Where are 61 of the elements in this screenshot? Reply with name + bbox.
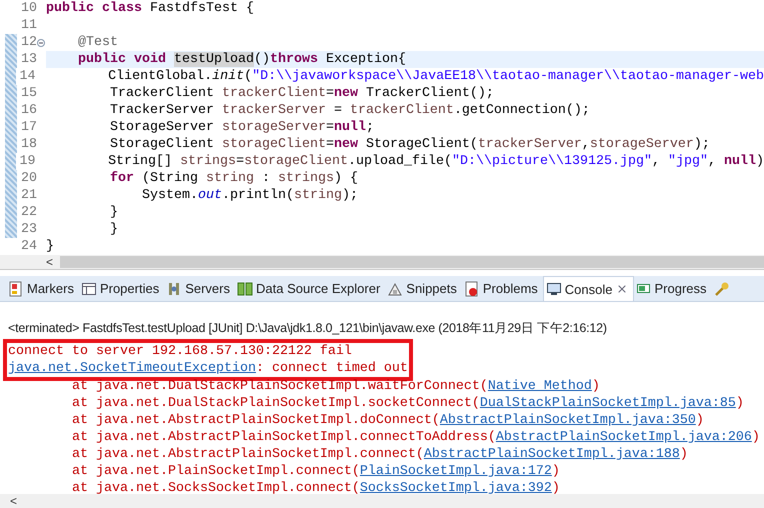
console-line: at java.net.AbstractPlainSocketImpl.doConnect(AbstractPlainSocketImpl.java:350) — [70, 412, 704, 429]
key-icon — [714, 280, 730, 296]
code-line: public void testUpload()throws Exception{ — [76, 51, 406, 68]
collapse-icon[interactable] — [37, 38, 45, 46]
horizontal-scrollbar[interactable]: < — [0, 255, 764, 269]
view-tab[interactable]: Console — [542, 276, 634, 301]
scroll-left-button[interactable]: < — [46, 255, 60, 269]
console-line: java.net.SocketTimeoutException: connect timed out — [8, 360, 408, 377]
console-status: <terminated> FastdfsTest.testUpload [JUnit] D:\Java\jdk1.8.0_121\bin\javaw.exe (2018年11月29日 下午2:16:12) — [7, 320, 608, 337]
line-number: 12 — [20, 35, 37, 50]
line-number: 16 — [20, 103, 37, 118]
code-line: public class FastdfsTest { — [46, 0, 254, 17]
console-line: at java.net.DualStackPlainSocketImpl.socketConnect(DualStackPlainSocketImpl.java:85) — [70, 395, 744, 412]
view-tab[interactable]: Problems — [462, 276, 543, 301]
properties-icon — [80, 280, 97, 296]
line-number: 13 — [20, 52, 37, 67]
line-number: 10 — [20, 1, 37, 16]
code-editor[interactable] — [0, 0, 764, 270]
code-line: StorageClient storageClient=new StorageClient(trackerServer,storageServer); — [108, 136, 710, 153]
view-tab[interactable]: Snippets — [385, 276, 462, 301]
line-number: 23 — [20, 222, 37, 237]
code-line: TrackerServer trackerServer = trackerClient.getConnection(); — [108, 102, 590, 119]
view-tab[interactable]: Servers — [164, 276, 235, 301]
code-line: } — [46, 238, 54, 255]
code-line: System.out.println(string); — [140, 187, 358, 204]
console-line: at java.net.SocksSocketImpl.connect(SocksSocketImpl.java:392) — [70, 480, 560, 494]
snippets-icon — [387, 280, 404, 296]
view-tab[interactable]: Progress — [634, 276, 712, 301]
console-line: at java.net.AbstractPlainSocketImpl.connectToAddress(AbstractPlainSocketImpl.java:206) — [70, 429, 760, 446]
line-number: 18 — [20, 137, 37, 152]
code-line: @Test — [76, 34, 118, 51]
code-line: } — [108, 204, 118, 221]
code-line: } — [108, 221, 118, 238]
code-line: ClientGlobal.init("D:\\javaworkspace\\JavaEE18\\taotao-manager\\taotao-manager-web — [107, 68, 764, 85]
line-number: 21 — [20, 188, 37, 203]
console-line: at java.net.AbstractPlainSocketImpl.connect(AbstractPlainSocketImpl.java:188) — [70, 446, 688, 463]
line-number: 22 — [20, 205, 37, 220]
horizontal-scrollbar[interactable]: < — [0, 494, 764, 508]
console-line: at java.net.PlainSocketImpl.connect(PlainSocketImpl.java:172) — [70, 463, 560, 480]
line-number: 17 — [20, 120, 37, 135]
code-line: TrackerClient trackerClient=new TrackerClient(); — [108, 85, 494, 102]
console-line: at java.net.DualStackPlainSocketImpl.waitForConnect(Native Method) — [70, 378, 600, 395]
problems-icon — [464, 280, 480, 296]
code-line: for (String string : strings) { — [108, 170, 358, 187]
database-icon — [237, 280, 253, 296]
scroll-left-button[interactable]: < — [10, 494, 24, 508]
line-number: 14 — [18, 69, 36, 84]
code-line: StorageServer storageServer=null; — [108, 119, 374, 136]
console-icon — [546, 281, 562, 297]
view-tab[interactable]: Data Source Explorer — [235, 276, 386, 301]
line-number: 15 — [20, 86, 37, 101]
close-icon[interactable] — [616, 283, 628, 295]
code-line: String[] strings=storageClient.upload_file("D:\\picture\\139125.jpg", "jpg", null) — [107, 153, 764, 170]
console-line: connect to server 192.168.57.130:22122 fail — [8, 343, 352, 360]
line-number: 11 — [20, 18, 37, 33]
line-number: 24 — [20, 239, 37, 254]
line-number: 19 — [18, 154, 36, 169]
view-tab[interactable]: Markers — [6, 276, 79, 301]
line-number: 20 — [20, 171, 37, 186]
view-tab[interactable]: Properties — [78, 276, 164, 301]
markers-icon — [8, 280, 24, 296]
